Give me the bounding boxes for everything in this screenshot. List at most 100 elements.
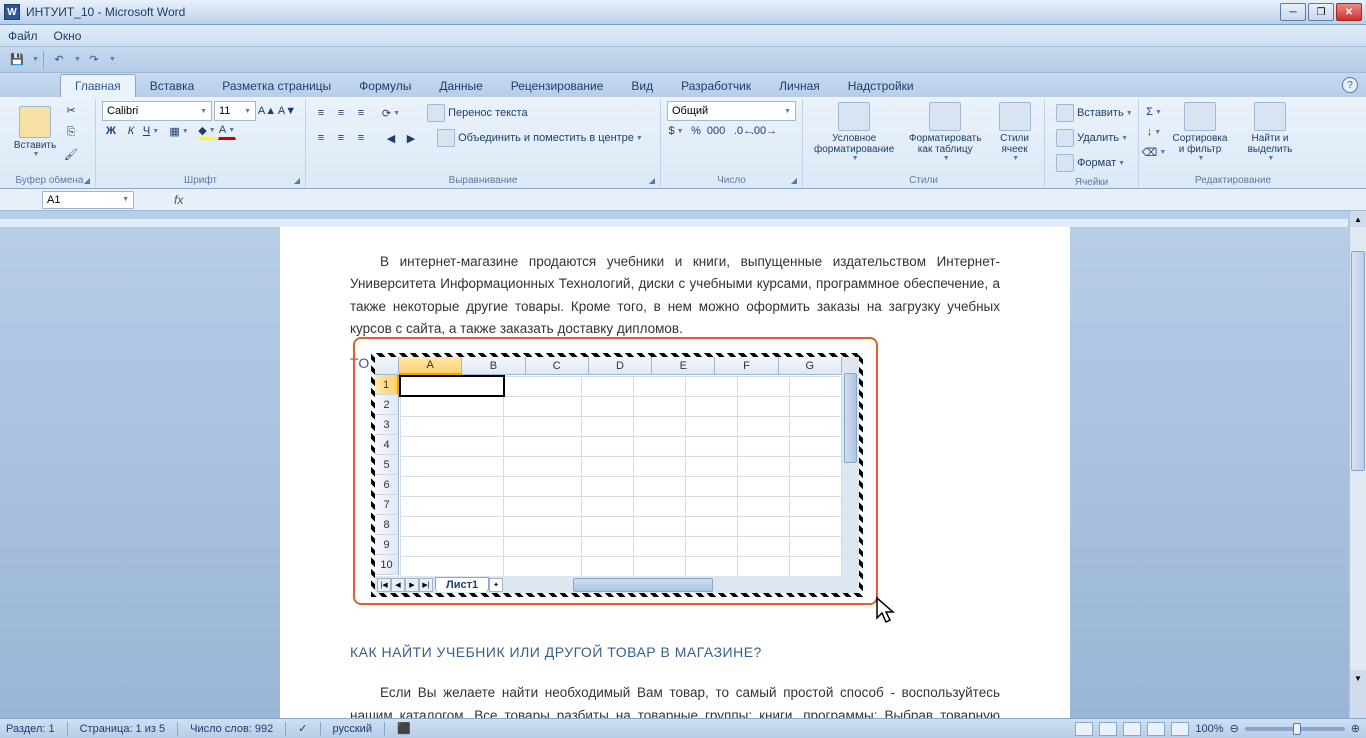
scroll-down-button[interactable]: ▼ [1350,670,1366,686]
status-section[interactable]: Раздел: 1 [6,723,55,735]
view-web-layout[interactable] [1123,722,1141,736]
tab-view[interactable]: Вид [617,75,667,97]
row-header-5[interactable]: 5 [375,455,399,475]
align-bottom-button[interactable]: ≡ [352,104,370,122]
view-full-reading[interactable] [1099,722,1117,736]
row-header-1[interactable]: 1 [375,375,399,395]
redo-button[interactable]: ↷ [83,50,105,70]
zoom-slider[interactable] [1245,727,1345,731]
page-nav[interactable] [1350,686,1366,718]
col-header-b[interactable]: B [462,357,525,375]
indent-increase-button[interactable]: ▶ [402,129,420,147]
close-button[interactable]: ✕ [1336,3,1362,21]
new-sheet-button[interactable]: ✦ [489,578,503,592]
status-word-count[interactable]: Число слов: 992 [190,723,273,735]
row-header-2[interactable]: 2 [375,395,399,415]
find-select-button[interactable]: Найти и выделить▼ [1237,99,1303,165]
menu-window[interactable]: Окно [54,29,82,43]
decrease-decimal-button[interactable]: .00→ [755,122,773,140]
bold-button[interactable]: Ж [102,122,120,140]
select-all-corner[interactable] [375,357,399,375]
zoom-level[interactable]: 100% [1195,723,1223,735]
tab-formulas[interactable]: Формулы [345,75,425,97]
number-format-select[interactable]: Общий▼ [667,101,796,121]
undo-dropdown[interactable]: ▼ [74,56,81,63]
col-header-g[interactable]: G [779,357,842,375]
align-left-button[interactable]: ≡ [312,129,330,147]
status-language[interactable]: русский [333,723,372,735]
format-painter-button[interactable]: 🖌 [62,145,80,163]
alignment-dialog[interactable]: ◢ [646,174,658,186]
tab-layout[interactable]: Разметка страницы [208,75,345,97]
fill-color-button[interactable]: ◆▼ [198,122,216,140]
percent-button[interactable]: % [687,122,705,140]
indent-decrease-button[interactable]: ◀ [382,129,400,147]
view-print-layout[interactable] [1075,722,1093,736]
tab-home[interactable]: Главная [60,74,136,97]
qat-customize[interactable]: ▼ [109,56,116,63]
sheet-nav-last[interactable]: ▶| [419,578,433,592]
cell-grid[interactable] [399,375,842,576]
merge-center-button[interactable]: Объединить и поместить в центре▼ [432,126,648,150]
zoom-in-button[interactable]: ⊕ [1351,722,1360,735]
help-button[interactable]: ? [1342,77,1358,93]
currency-button[interactable]: $▼ [667,122,685,140]
row-header-10[interactable]: 10 [375,555,399,575]
align-middle-button[interactable]: ≡ [332,104,350,122]
row-header-8[interactable]: 8 [375,515,399,535]
row-header-9[interactable]: 9 [375,535,399,555]
row-header-7[interactable]: 7 [375,495,399,515]
tab-data[interactable]: Данные [425,75,496,97]
view-outline[interactable] [1147,722,1165,736]
col-header-d[interactable]: D [589,357,652,375]
sheet-nav-first[interactable]: |◀ [377,578,391,592]
align-top-button[interactable]: ≡ [312,104,330,122]
font-name-select[interactable]: Calibri▼ [102,101,212,121]
format-cells-button[interactable]: Формат▼ [1051,151,1130,175]
insert-cells-button[interactable]: Вставить▼ [1051,101,1138,125]
excel-embedded-object[interactable]: A B C D E F G 1 2 3 4 5 6 7 8 9 [371,353,863,597]
increase-font-button[interactable]: A▲ [258,102,276,120]
sheet-tab-1[interactable]: Лист1 [435,577,489,592]
underline-button[interactable]: Ч▼ [142,122,160,140]
italic-button[interactable]: К [122,122,140,140]
col-header-a[interactable]: A [399,357,462,375]
delete-cells-button[interactable]: Удалить▼ [1051,126,1133,150]
font-size-select[interactable]: 11▼ [214,101,256,121]
conditional-formatting-button[interactable]: Условное форматирование▼ [809,99,899,165]
sort-filter-button[interactable]: Сортировка и фильтр▼ [1165,99,1235,165]
sheet-nav-next[interactable]: ▶ [405,578,419,592]
cell-a1[interactable] [400,376,504,396]
font-dialog[interactable]: ◢ [291,174,303,186]
comma-button[interactable]: 000 [707,122,725,140]
copy-button[interactable]: ⎘ [62,123,80,141]
undo-button[interactable]: ↶ [48,50,70,70]
cut-button[interactable]: ✂ [62,101,80,119]
row-header-3[interactable]: 3 [375,415,399,435]
autosum-button[interactable]: Σ▼ [1145,103,1163,121]
spellcheck-icon[interactable]: ✓ [298,722,307,735]
orientation-button[interactable]: ⟳▼ [382,104,400,122]
tab-review[interactable]: Рецензирование [497,75,618,97]
font-color-button[interactable]: A▼ [218,122,236,140]
excel-vscrollbar[interactable] [842,357,859,576]
macro-record-icon[interactable]: ⬛ [397,722,411,735]
tab-addins[interactable]: Надстройки [834,75,928,97]
scroll-up-button[interactable]: ▲ [1350,211,1366,227]
format-as-table-button[interactable]: Форматировать как таблицу▼ [903,99,987,165]
align-right-button[interactable]: ≡ [352,129,370,147]
view-draft[interactable] [1171,722,1189,736]
save-button[interactable]: 💾 [6,50,28,70]
align-center-button[interactable]: ≡ [332,129,350,147]
tab-developer[interactable]: Разработчик [667,75,765,97]
cell-styles-button[interactable]: Стили ячеек▼ [991,99,1038,165]
paste-button[interactable]: Вставить ▼ [10,99,60,165]
fill-button[interactable]: ↓▼ [1145,123,1163,141]
clear-button[interactable]: ⌫▼ [1145,143,1163,161]
tab-personal[interactable]: Личная [765,75,834,97]
zoom-out-button[interactable]: ⊖ [1230,722,1239,735]
minimize-button[interactable]: ─ [1280,3,1306,21]
row-header-6[interactable]: 6 [375,475,399,495]
number-dialog[interactable]: ◢ [788,174,800,186]
scroll-thumb[interactable] [1351,251,1365,471]
